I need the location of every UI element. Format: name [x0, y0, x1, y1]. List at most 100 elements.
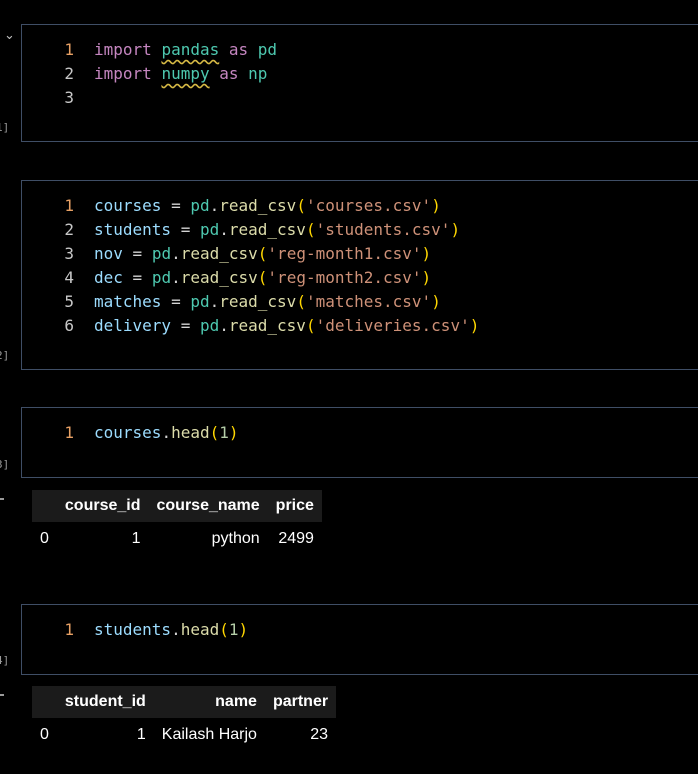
- code-token: pandas: [161, 40, 220, 59]
- code-text: import pandas as pd: [94, 38, 277, 62]
- code-cell-2[interactable]: 1 courses = pd.read_csv('courses.csv') 2st…: [21, 180, 698, 370]
- column-header: [32, 490, 57, 522]
- output-marker-4: [0, 694, 4, 696]
- row-index: 0: [40, 530, 49, 547]
- line-number: 3: [64, 88, 74, 107]
- line-number: 6: [64, 316, 74, 335]
- code-text: courses.head(1): [94, 421, 239, 445]
- code-token: pd: [151, 244, 172, 263]
- code-text: students.head(1): [94, 618, 248, 642]
- code-token: read_csv: [180, 268, 258, 287]
- line-number: 2: [64, 64, 74, 83]
- code-token: read_csv: [228, 220, 306, 239]
- table-cell: python: [211, 530, 260, 547]
- code-token: matches: [94, 292, 162, 311]
- code-token: as: [209, 64, 249, 83]
- code-token: ): [431, 196, 441, 215]
- code-token: 'matches.csv': [305, 292, 432, 311]
- code-token: (: [305, 220, 316, 239]
- code-token: =: [171, 220, 200, 239]
- code-text: students = pd.read_csv('students.csv'): [94, 218, 460, 242]
- code-token: as: [219, 40, 258, 59]
- code-token: read_csv: [219, 292, 297, 311]
- code-cell-3[interactable]: 1 courses.head(1): [21, 407, 698, 478]
- line-number: 1: [64, 620, 74, 639]
- line-number: 3: [64, 244, 74, 263]
- code-token: (: [209, 423, 220, 442]
- code-token: import: [94, 64, 162, 83]
- execution-count-1: 1]: [0, 121, 10, 134]
- code-text: nov = pd.read_csv('reg-month1.csv'): [94, 242, 431, 266]
- code-token: (: [296, 292, 306, 311]
- execution-count-3: 3]: [0, 458, 10, 471]
- table-cell: 1: [136, 726, 146, 743]
- code-text: delivery = pd.read_csv('deliveries.csv'): [94, 314, 479, 338]
- dataframe-output-courses: course_id course_name price 0 1 python 2499: [32, 490, 322, 556]
- code-token: (: [257, 268, 268, 287]
- column-header: price: [267, 490, 322, 522]
- code-token: .: [219, 220, 229, 239]
- code-token: .: [161, 423, 172, 442]
- code-token: (: [305, 316, 316, 335]
- code-token: students: [94, 220, 172, 239]
- code-token: 'reg-month2.csv': [267, 268, 422, 287]
- code-token: =: [161, 196, 191, 215]
- code-token: read_csv: [219, 196, 297, 215]
- dataframe-output-students: student_id name partner 0 1 Kailash Harjo 23: [32, 686, 337, 752]
- code-token: (: [219, 620, 229, 639]
- table-header-row: student_id name partner: [32, 686, 337, 718]
- code-token: pd: [257, 40, 278, 59]
- code-token: 'courses.csv': [305, 196, 432, 215]
- code-token: students: [94, 620, 172, 639]
- code-text: matches = pd.read_csv('matches.csv'): [94, 290, 441, 314]
- table-cell: Kailash Harjo: [161, 726, 257, 743]
- code-token: delivery: [94, 316, 172, 335]
- code-token: nov: [94, 244, 123, 263]
- row-index: 0: [40, 726, 49, 743]
- code-token: .: [171, 620, 181, 639]
- code-token: (: [257, 244, 268, 263]
- code-token: head: [171, 423, 210, 442]
- chevron-down-icon[interactable]: ⌄: [4, 28, 15, 43]
- table-cell: 2499: [278, 530, 314, 547]
- column-header: course_name: [148, 490, 268, 522]
- code-token: .: [209, 292, 220, 311]
- code-cell-4[interactable]: 1 students.head(1): [21, 604, 698, 675]
- code-token: (: [296, 196, 306, 215]
- table-row: 0 1 python 2499: [32, 522, 322, 556]
- code-token: 1: [228, 620, 239, 639]
- code-token: =: [122, 268, 152, 287]
- execution-count-2: 2]: [0, 349, 10, 362]
- line-number: 1: [64, 40, 74, 59]
- code-cell-1[interactable]: 1 import pandas as pd 2 import numpy as np 3: [21, 24, 698, 142]
- code-token: ): [421, 268, 432, 287]
- column-header: name: [153, 686, 265, 718]
- table-row: 0 1 Kailash Harjo 23: [32, 718, 336, 752]
- code-token: .: [171, 268, 181, 287]
- code-token: import: [94, 40, 162, 59]
- output-marker-3: [0, 498, 4, 500]
- code-text: import numpy as np: [94, 62, 267, 86]
- code-token: pd: [190, 196, 210, 215]
- code-token: ): [228, 423, 239, 442]
- code-token: pd: [151, 268, 172, 287]
- execution-count-4: 4]: [0, 654, 10, 667]
- column-header: student_id: [56, 686, 154, 718]
- code-token: 1: [219, 423, 229, 442]
- line-number: 1: [64, 423, 74, 442]
- code-token: =: [161, 292, 191, 311]
- table-cell: 23: [310, 726, 329, 743]
- code-token: read_csv: [228, 316, 306, 335]
- code-token: ): [431, 292, 441, 311]
- code-token: =: [171, 316, 200, 335]
- line-number: 2: [64, 220, 74, 239]
- line-number: 4: [64, 268, 74, 287]
- code-token: ): [469, 316, 480, 335]
- code-token: dec: [94, 268, 123, 287]
- code-token: courses: [94, 423, 162, 442]
- code-text: courses = pd.read_csv('courses.csv'): [94, 194, 441, 218]
- code-token: .: [171, 244, 181, 263]
- code-token: .: [219, 316, 229, 335]
- code-token: 'deliveries.csv': [315, 316, 470, 335]
- code-token: ): [421, 244, 432, 263]
